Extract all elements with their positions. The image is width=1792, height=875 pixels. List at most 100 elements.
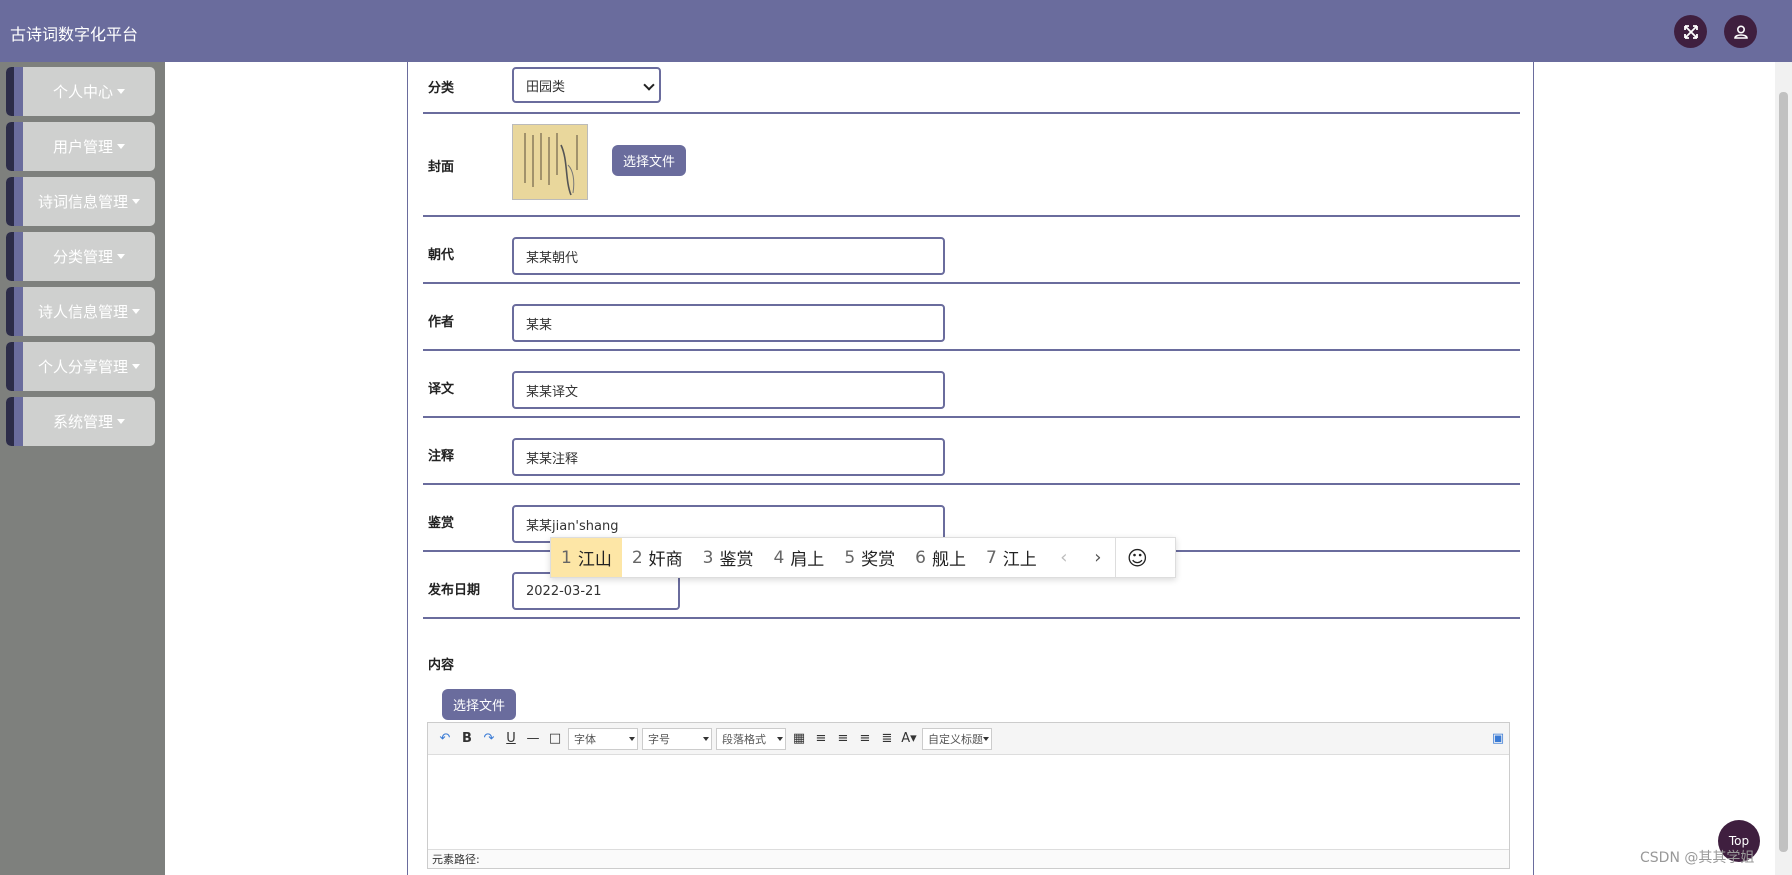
- undo-icon[interactable]: ↶: [434, 728, 456, 750]
- caret-down-icon: [117, 419, 125, 424]
- editor-toolbar: ↶ B ↷ U — □ 字体 字号 段落格式 ▦ ≡ ≡ ≡ ≣ A▾ 自定义标…: [428, 723, 1509, 755]
- ime-candidate-bar: 1 江山 2 奸商 3 鉴赏 4 肩上 5 奖赏 6 舰上 7 江上 ‹ › ☺: [550, 537, 1176, 578]
- document-icon[interactable]: □: [544, 728, 566, 750]
- author-label: 作者: [428, 315, 455, 330]
- fullscreen-icon: [1683, 24, 1698, 39]
- caret-down-icon: [117, 89, 125, 94]
- align-center-icon[interactable]: ≡: [854, 728, 876, 750]
- sidebar-item-poet-management[interactable]: 诗人信息管理: [6, 287, 155, 336]
- content-label: 内容: [428, 658, 455, 673]
- align-left-icon[interactable]: ≡: [810, 728, 832, 750]
- watermark: CSDN @其其学姐: [1640, 850, 1755, 866]
- font-family-select[interactable]: 字体: [568, 727, 638, 750]
- sidebar-item-user-management[interactable]: 用户管理: [6, 122, 155, 171]
- form-row-category: 分类 田园类: [423, 62, 1520, 114]
- ime-candidate-text: 江山: [577, 550, 612, 570]
- ime-candidate-text: 奖赏: [861, 550, 896, 570]
- ime-candidate-text: 鉴赏: [719, 550, 754, 570]
- sidebar-item-label: 分类管理: [52, 248, 113, 266]
- category-select[interactable]: 田园类: [512, 67, 661, 103]
- form-row-notes: 注释 某某注释: [423, 418, 1520, 485]
- align-right-icon[interactable]: ≡: [832, 728, 854, 750]
- page-scrollbar[interactable]: [1775, 62, 1792, 875]
- ime-prev-page-icon[interactable]: ‹: [1047, 538, 1081, 577]
- ime-candidate-text: 肩上: [790, 550, 825, 570]
- user-button[interactable]: [1724, 15, 1757, 48]
- rich-text-editor: ↶ B ↷ U — □ 字体 字号 段落格式 ▦ ≡ ≡ ≡ ≣ A▾ 自定义标…: [427, 722, 1510, 869]
- sidebar-item-label: 个人分享管理: [37, 358, 128, 376]
- sidebar-item-system-management[interactable]: 系统管理: [6, 397, 155, 446]
- editor-body[interactable]: [428, 755, 1509, 849]
- font-family-select-label: 字体: [574, 732, 596, 746]
- form-row-dynasty: 朝代 某某朝代: [423, 217, 1520, 284]
- caret-down-icon: [132, 364, 140, 369]
- category-label: 分类: [428, 81, 455, 96]
- ime-candidate[interactable]: 7 江上: [976, 538, 1047, 577]
- font-size-select[interactable]: 字号: [642, 727, 712, 750]
- cover-label: 封面: [428, 160, 455, 175]
- sidebar-item-label: 系统管理: [52, 413, 113, 431]
- ime-candidate-number: 4: [773, 547, 785, 568]
- ime-candidate-text: 奸商: [648, 550, 683, 570]
- app-title: 古诗词数字化平台: [10, 25, 139, 44]
- paragraph-format-select[interactable]: 段落格式: [716, 727, 786, 750]
- ime-candidate[interactable]: 4 肩上: [763, 538, 834, 577]
- sidebar-item-label: 诗人信息管理: [37, 303, 128, 321]
- bold-icon[interactable]: B: [456, 728, 478, 750]
- notes-input[interactable]: 某某注释: [512, 438, 945, 476]
- ime-candidate-number: 5: [844, 547, 856, 568]
- category-select-value: 田园类: [526, 79, 566, 95]
- ime-candidate-number: 2: [631, 547, 643, 568]
- horizontal-rule-icon[interactable]: —: [522, 728, 544, 750]
- content-choose-file-button[interactable]: 选择文件: [442, 689, 517, 720]
- custom-title-select-label: 自定义标题: [928, 732, 983, 746]
- sidebar-item-label: 个人中心: [52, 83, 113, 101]
- sidebar-item-personal-center[interactable]: 个人中心: [6, 67, 155, 116]
- sidebar-item-label: 诗词信息管理: [37, 193, 128, 211]
- ime-candidate-text: 舰上: [931, 550, 966, 570]
- fullscreen-button[interactable]: [1674, 15, 1707, 48]
- redo-icon[interactable]: ↷: [478, 728, 500, 750]
- ime-candidate[interactable]: 5 奖赏: [834, 538, 905, 577]
- publish-date-label: 发布日期: [428, 583, 481, 598]
- sidebar-item-share-management[interactable]: 个人分享管理: [6, 342, 155, 391]
- ime-next-page-icon[interactable]: ›: [1081, 538, 1115, 577]
- cover-image: [512, 124, 588, 200]
- form-row-cover: 封面 选择文件: [423, 114, 1520, 217]
- caret-down-icon: [117, 144, 125, 149]
- underline-icon[interactable]: U: [500, 728, 522, 750]
- emoji-icon[interactable]: ☺: [1114, 538, 1159, 577]
- translation-input[interactable]: 某某译文: [512, 371, 945, 409]
- ime-candidate-number: 3: [702, 547, 714, 568]
- appreciation-label: 鉴赏: [428, 516, 455, 531]
- paragraph-format-select-label: 段落格式: [722, 732, 766, 746]
- top-bar: 古诗词数字化平台: [0, 0, 1792, 62]
- font-color-icon[interactable]: A▾: [898, 728, 920, 750]
- preview-icon[interactable]: ▣: [1487, 728, 1509, 750]
- custom-title-select[interactable]: 自定义标题: [922, 727, 992, 750]
- form-row-author: 作者 某某: [423, 284, 1520, 351]
- form-row-translation: 译文 某某译文: [423, 351, 1520, 418]
- notes-label: 注释: [428, 449, 455, 464]
- font-size-select-label: 字号: [648, 732, 670, 746]
- ime-candidate-number: 6: [915, 547, 926, 568]
- caret-down-icon: [132, 199, 140, 204]
- align-justify-icon[interactable]: ≣: [876, 728, 898, 750]
- caret-down-icon: [117, 254, 125, 259]
- author-input[interactable]: 某某: [512, 304, 945, 342]
- sidebar-item-category-management[interactable]: 分类管理: [6, 232, 155, 281]
- ime-candidate[interactable]: 1 江山: [551, 538, 622, 577]
- cover-choose-file-button[interactable]: 选择文件: [612, 145, 687, 176]
- ime-candidate[interactable]: 2 奸商: [622, 538, 693, 577]
- sidebar-item-poem-management[interactable]: 诗词信息管理: [6, 177, 155, 226]
- ime-candidate[interactable]: 3 鉴赏: [693, 538, 764, 577]
- ime-candidate[interactable]: 6 舰上: [905, 538, 976, 577]
- chevron-down-icon: [643, 79, 655, 91]
- table-icon[interactable]: ▦: [788, 728, 810, 750]
- editor-status-bar: 元素路径:: [428, 849, 1509, 868]
- sidebar: 个人中心 用户管理 诗词信息管理 分类管理 诗人信息管理 个人分享管理 系统管理: [0, 62, 165, 875]
- caret-down-icon: [132, 309, 140, 314]
- dynasty-input[interactable]: 某某朝代: [512, 237, 945, 275]
- scrollbar-thumb[interactable]: [1779, 92, 1788, 852]
- user-icon: [1733, 24, 1748, 39]
